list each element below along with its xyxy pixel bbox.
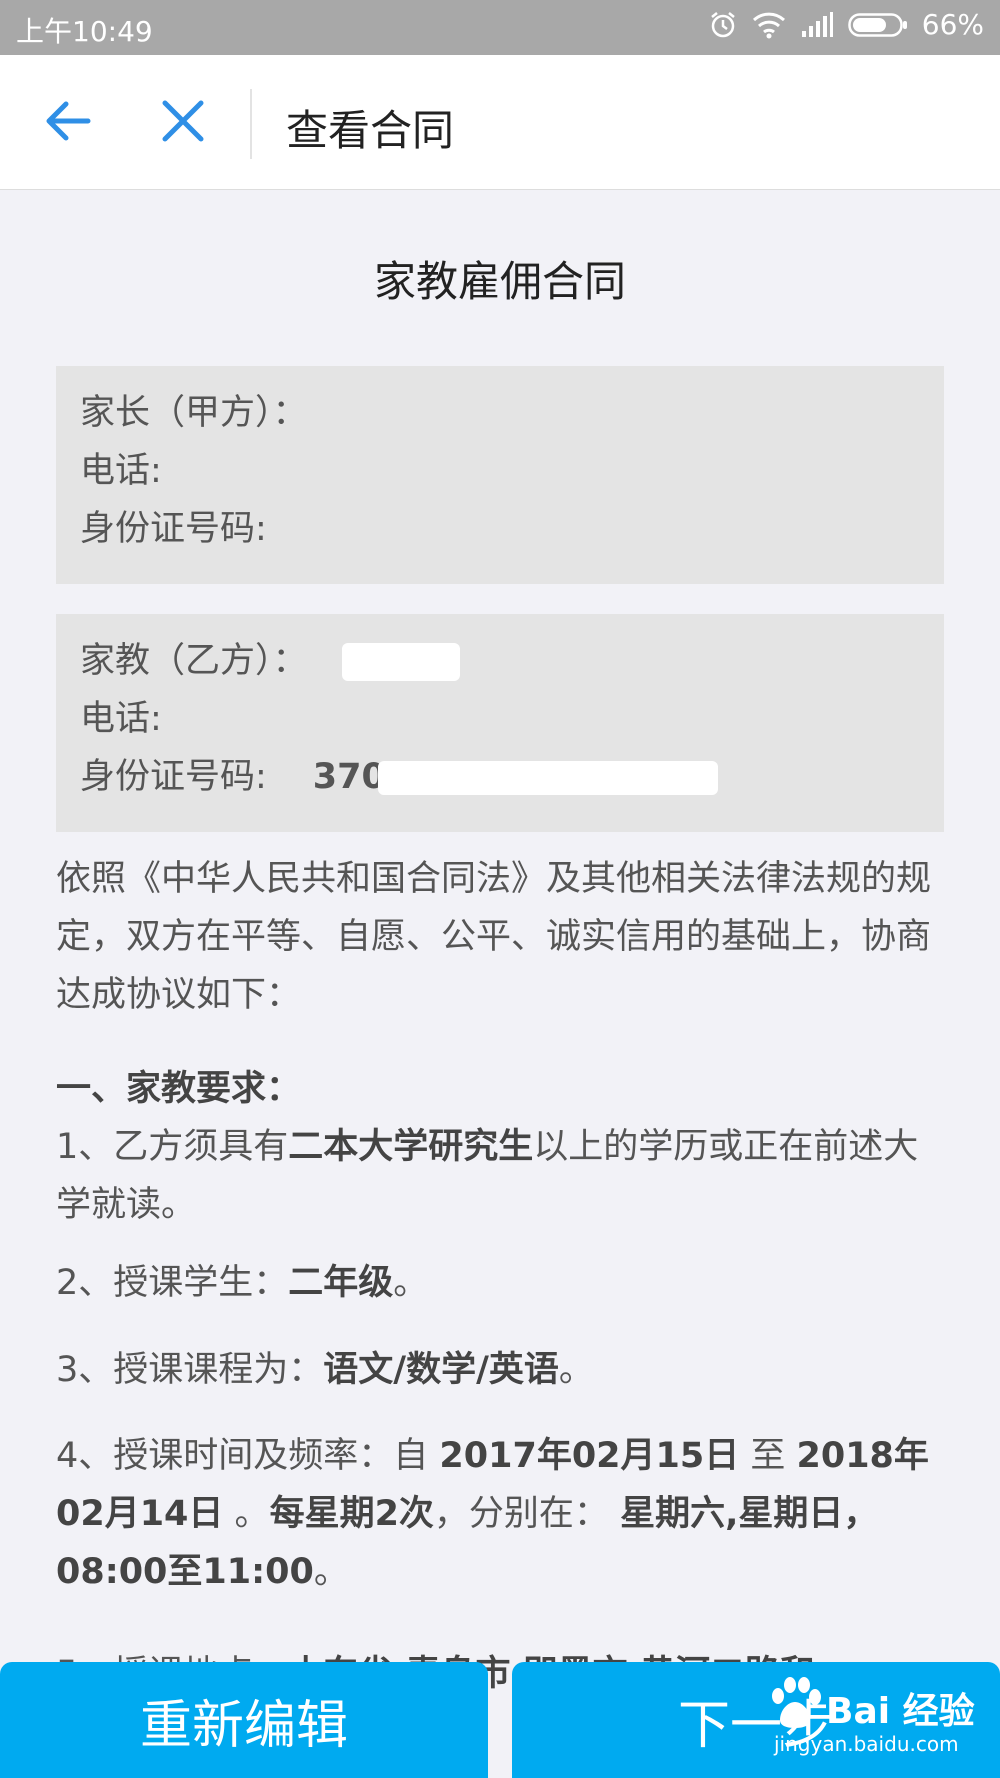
requirement-item-2: 2、授课学生：二年级。 (56, 1254, 944, 1312)
item-4-on: ，分别在： (433, 1494, 621, 1534)
wifi-icon (752, 11, 786, 39)
item-4-to: 至 (739, 1436, 797, 1476)
item-2-grade: 二年级 (288, 1263, 394, 1303)
status-time: 上午10:49 (16, 15, 153, 48)
status-icons: 66% (708, 8, 984, 41)
item-3-subjects: 语文/数学/英语 (323, 1350, 559, 1390)
watermark-brand: Bai 经验 (826, 1691, 975, 1732)
watermark-url: jingyan.baidu.com (774, 1732, 959, 1756)
close-icon (159, 97, 207, 149)
requirement-item-3: 3、授课课程为：语文/数学/英语。 (56, 1341, 944, 1399)
section-1-title-text: 一、家教要求： (56, 1069, 302, 1109)
arrow-left-icon (42, 95, 94, 151)
item-4-frequency: 每星期2次 (269, 1494, 434, 1534)
baidu-watermark: Bai 经验 jingyan.baidu.com (760, 1672, 992, 1768)
party-b-phone-row: 电话: (80, 690, 920, 748)
item-3-text: 3、授课课程为： (56, 1350, 324, 1390)
close-button[interactable] (155, 95, 211, 151)
item-3-tail: 。 (558, 1350, 594, 1390)
back-button[interactable] (40, 95, 96, 151)
item-4-period: 。 (223, 1494, 270, 1534)
party-b-phone-label: 电话: (80, 699, 162, 739)
status-bar: 上午10:49 66% (0, 0, 1000, 55)
party-a-box: 家长（甲方）： 电话: 身份证号码: (56, 366, 944, 584)
redacted-id (377, 761, 718, 795)
battery-icon (848, 11, 908, 39)
party-b-name-row: 家教（乙方）： (80, 632, 920, 690)
party-b-id-label: 身份证号码: (80, 757, 267, 797)
party-b-id-row: 身份证号码: 370 (80, 748, 920, 806)
party-b-name-label: 家教（乙方）： (80, 641, 308, 681)
item-4-start-date: 2017年02月15日 (439, 1436, 740, 1476)
party-a-name-row: 家长（甲方）： (80, 384, 920, 442)
party-b-id-prefix: 370 (312, 757, 386, 797)
item-4-tail: 。 (313, 1552, 349, 1592)
item-2-tail: 。 (393, 1263, 429, 1303)
app-header: 查看合同 (0, 55, 1000, 190)
requirement-item-4: 4、授课时间及频率：自 2017年02月15日 至 2018年02月14日 。每… (56, 1427, 944, 1601)
item-1-text: 1、乙方须具有 (56, 1127, 289, 1167)
item-2-text: 2、授课学生： (56, 1263, 289, 1303)
signal-icon (800, 11, 834, 39)
page-title: 查看合同 (286, 106, 455, 155)
battery-percent: 66% (921, 8, 984, 41)
item-1-degree: 二本大学研究生 (288, 1127, 534, 1167)
paw-icon (766, 1676, 822, 1734)
contract-title: 家教雇佣合同 (373, 257, 626, 306)
party-a-name-label: 家长（甲方）： (80, 393, 308, 433)
party-a-phone-row: 电话: (80, 442, 920, 500)
requirement-item-1: 1、乙方须具有二本大学研究生以上的学历或正在前述大学就读。 (56, 1118, 944, 1234)
section-1-title: 一、家教要求： (56, 1060, 944, 1118)
reedit-button[interactable]: 重新编辑 (0, 1662, 488, 1778)
redacted-name (341, 643, 460, 681)
party-b-box: 家教（乙方）： 电话: 身份证号码: 370 (56, 614, 944, 832)
header-divider (250, 89, 252, 159)
contract-intro: 依照《中华人民共和国合同法》及其他相关法律法规的规定，双方在平等、自愿、公平、诚… (56, 859, 932, 1015)
party-a-id-label: 身份证号码: (80, 509, 267, 549)
party-a-phone-label: 电话: (80, 451, 162, 491)
party-a-id-row: 身份证号码: (80, 500, 920, 558)
alarm-icon (708, 10, 738, 40)
item-4-text: 4、授课时间及频率：自 (56, 1436, 440, 1476)
